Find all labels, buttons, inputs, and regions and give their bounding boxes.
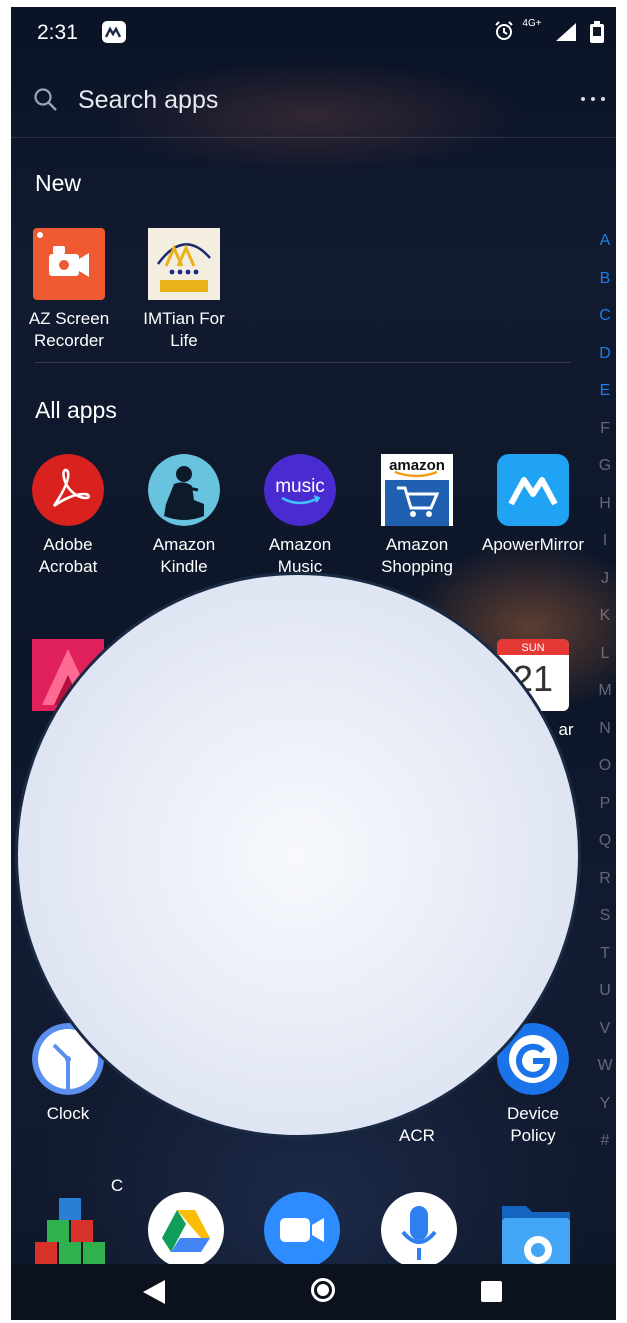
app-label: Amazon Shopping	[381, 535, 453, 576]
index-letter[interactable]: L	[594, 635, 616, 673]
app-amazon-shopping[interactable]: amazon Amazon Shopping	[357, 454, 477, 578]
back-button[interactable]	[143, 1280, 165, 1309]
signal-icon	[556, 23, 576, 46]
index-letter[interactable]: I	[594, 522, 616, 560]
app-amazon-kindle[interactable]: Amazon Kindle	[124, 454, 244, 578]
imtian-icon	[148, 228, 220, 300]
app-amazon-music[interactable]: music Amazon Music	[240, 454, 360, 578]
app-apowermirror[interactable]: ApowerMirror	[473, 454, 593, 556]
app-label: C	[110, 1176, 124, 1195]
index-letter[interactable]: G	[594, 447, 616, 485]
amazon-shopping-icon: amazon	[381, 454, 453, 526]
voice-recorder-icon[interactable]	[381, 1192, 457, 1264]
index-letter[interactable]: W	[594, 1047, 616, 1085]
index-letter[interactable]: U	[594, 972, 616, 1010]
status-bar: 2:31 4G+	[11, 7, 616, 57]
apowermirror-icon	[497, 454, 569, 526]
app-drawer-screen: 2:31 4G+ Search apps New AZ Screen Recor…	[11, 7, 616, 1320]
app-az-screen-recorder[interactable]: AZ Screen Recorder	[11, 228, 129, 352]
search-input[interactable]: Search apps	[78, 86, 218, 115]
svg-text:SUN: SUN	[521, 642, 544, 654]
az-screen-recorder-icon	[33, 228, 105, 300]
app-label: Device Policy	[507, 1104, 559, 1145]
app-label: Amazon Kindle	[152, 535, 216, 576]
home-button[interactable]	[311, 1278, 335, 1302]
index-letter[interactable]: S	[594, 897, 616, 935]
status-right-icons: 4G+	[456, 19, 606, 45]
battery-icon	[590, 21, 604, 48]
more-options-button[interactable]	[578, 83, 608, 113]
svg-text:music: music	[275, 476, 325, 497]
kindle-icon	[148, 454, 220, 526]
index-letter[interactable]: V	[594, 1010, 616, 1048]
index-letter[interactable]: Y	[594, 1085, 616, 1123]
search-bar[interactable]: Search apps	[11, 67, 616, 138]
app-label: IMTian For Life	[143, 309, 225, 350]
adobe-acrobat-icon	[32, 454, 104, 526]
alphabet-index-bar[interactable]: A B C D E F G H I J K L M N O P Q R S T U V W Y #	[594, 222, 616, 1160]
alarm-icon	[494, 21, 514, 46]
app-label: Adobe Acrobat	[38, 535, 98, 576]
search-icon	[33, 87, 59, 118]
index-letter[interactable]: J	[594, 560, 616, 598]
google-drive-icon[interactable]	[148, 1192, 224, 1264]
status-time: 2:31	[37, 21, 78, 44]
index-letter[interactable]: O	[594, 747, 616, 785]
recents-button[interactable]	[481, 1281, 502, 1302]
network-type-label: 4G+	[522, 18, 542, 29]
section-divider	[35, 362, 571, 363]
navigation-bar	[11, 1264, 616, 1320]
app-adobe-acrobat[interactable]: Adobe Acrobat	[11, 454, 128, 578]
section-title-all-apps: All apps	[35, 397, 117, 423]
amazon-music-icon: music	[264, 454, 336, 526]
index-letter[interactable]: N	[594, 710, 616, 748]
index-letter[interactable]: E	[594, 372, 616, 410]
index-letter[interactable]: D	[594, 335, 616, 373]
magnifier-lens-overlay	[15, 572, 581, 1138]
index-letter[interactable]: R	[594, 860, 616, 898]
index-letter[interactable]: K	[594, 597, 616, 635]
file-explorer-icon[interactable]	[498, 1192, 574, 1264]
app-label: AZ Screen Recorder	[28, 309, 110, 350]
index-letter[interactable]: H	[594, 485, 616, 523]
index-letter[interactable]: F	[594, 410, 616, 448]
index-letter[interactable]: T	[594, 935, 616, 973]
zoom-icon[interactable]	[264, 1192, 340, 1264]
index-letter[interactable]: B	[594, 260, 616, 298]
bottom-app-row	[11, 1192, 616, 1264]
index-letter[interactable]: P	[594, 785, 616, 823]
app-label: ApowerMirror	[481, 535, 585, 554]
index-letter[interactable]: Q	[594, 822, 616, 860]
cubes-app-icon[interactable]	[35, 1192, 111, 1264]
index-letter[interactable]: C	[594, 297, 616, 335]
section-title-new: New	[35, 170, 82, 196]
app-imtian-for-life[interactable]: IMTian For Life	[124, 228, 244, 352]
index-letter[interactable]: #	[594, 1122, 616, 1160]
index-letter[interactable]: A	[594, 222, 616, 260]
apowermirror-status-icon	[102, 21, 126, 43]
index-letter[interactable]: M	[594, 672, 616, 710]
app-label: ACR	[399, 1126, 435, 1145]
